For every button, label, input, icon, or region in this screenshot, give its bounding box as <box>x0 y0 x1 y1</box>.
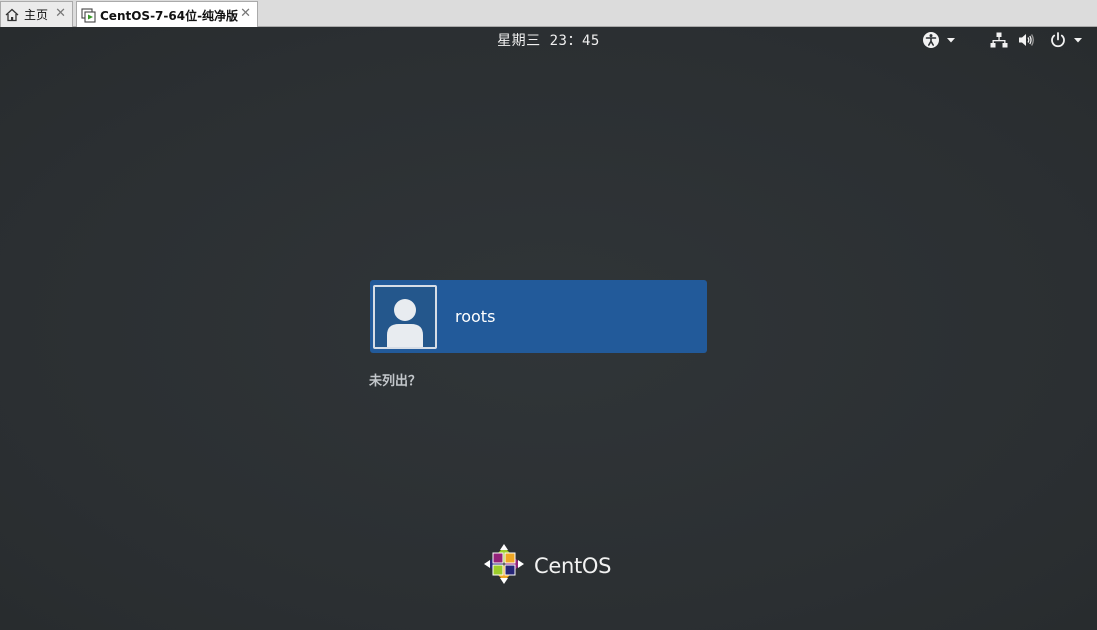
home-icon <box>4 7 20 23</box>
tab-vm-label: CentOS-7-64位-纯净版 <box>100 8 239 23</box>
accessibility-menu[interactable] <box>922 31 956 49</box>
vm-icon <box>80 7 96 23</box>
gnome-top-bar: 星期三 23：45 <box>0 27 1097 53</box>
tab-home[interactable]: 主页 ✕ <box>0 1 73 27</box>
system-menu[interactable] <box>990 31 1083 49</box>
power-icon <box>1049 31 1067 49</box>
user-list-item[interactable]: roots <box>370 280 707 353</box>
network-icon <box>990 31 1008 49</box>
user-name: roots <box>455 307 496 326</box>
centos-logo-icon <box>482 542 526 590</box>
volume-icon <box>1017 31 1035 49</box>
centos-branding: CentOS <box>482 542 611 590</box>
user-avatar-icon <box>373 284 437 349</box>
clock-label: 星期三 23：45 <box>497 33 600 49</box>
centos-wordmark: CentOS <box>534 554 612 578</box>
guest-screen: 星期三 23：45 roots 未列出？ CentOS <box>0 27 1097 630</box>
chevron-down-icon <box>946 35 956 45</box>
tab-vm-close-icon[interactable]: ✕ <box>240 6 251 21</box>
tab-home-label: 主页 <box>24 8 49 22</box>
host-tab-bar: 主页 ✕ CentOS-7-64位-纯净版 ✕ <box>0 0 1097 28</box>
chevron-down-icon <box>1073 35 1083 45</box>
tab-vm[interactable]: CentOS-7-64位-纯净版 ✕ <box>76 1 258 28</box>
not-listed-link[interactable]: 未列出？ <box>369 370 421 389</box>
accessibility-icon <box>922 31 940 49</box>
tab-home-close-icon[interactable]: ✕ <box>55 6 66 21</box>
